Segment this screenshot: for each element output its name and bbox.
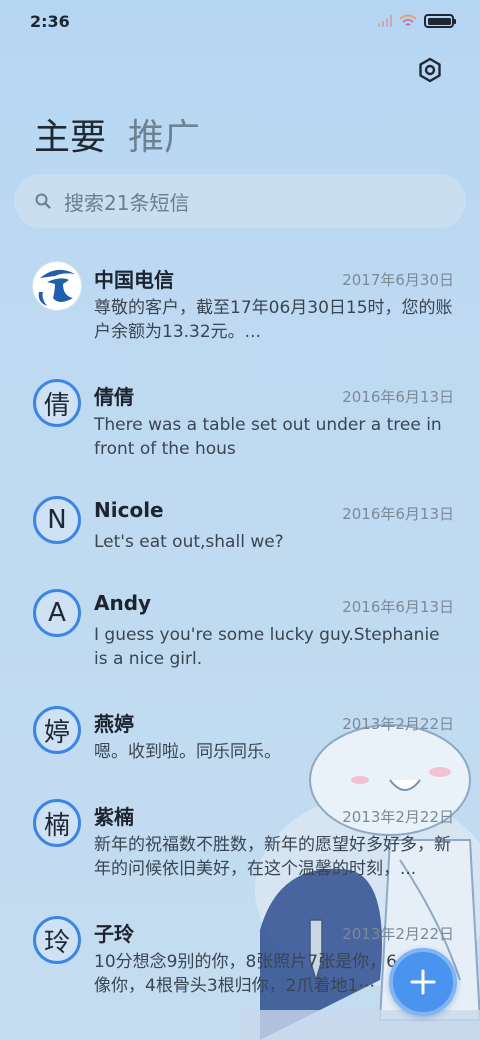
wifi-icon xyxy=(399,14,417,26)
message-date: 2017年6月30日 xyxy=(342,271,454,289)
avatar: 楠 xyxy=(33,799,81,847)
search-placeholder: 搜索21条短信 xyxy=(64,190,190,215)
message-date: 2016年6月13日 xyxy=(342,598,454,616)
china-telecom-logo-icon xyxy=(34,263,80,309)
message-item[interactable]: 婷 燕婷 2013年2月22日 嗯。收到啦。同乐同乐。 xyxy=(0,694,480,782)
message-sender: 紫楠 xyxy=(94,805,134,829)
message-preview: 嗯。收到啦。同乐同乐。 xyxy=(94,742,281,762)
message-item[interactable]: 倩 倩倩 2016年6月13日 There was a table set ou… xyxy=(0,367,480,477)
message-sender: Nicole xyxy=(94,498,164,522)
status-time: 2:36 xyxy=(30,11,70,31)
message-item[interactable]: A Andy 2016年6月13日 I guess you're some lu… xyxy=(0,577,480,687)
battery-icon xyxy=(424,14,456,28)
tab-bar: 主要 推广 xyxy=(34,108,200,160)
message-sender: 子玲 xyxy=(94,922,134,946)
tab-promotions[interactable]: 推广 xyxy=(128,108,200,160)
message-preview: 尊敬的客户，截至17年06月30日15时，您的账户余额为13.32元。... xyxy=(94,298,453,342)
message-sender: 中国电信 xyxy=(94,268,174,292)
settings-button[interactable] xyxy=(414,54,446,86)
avatar: 婷 xyxy=(33,706,81,754)
message-item[interactable]: 楠 紫楠 2013年2月22日 新年的祝福数不胜数，新年的愿望好多好多，新年的问… xyxy=(0,787,480,897)
search-icon xyxy=(35,193,51,209)
message-sender: 倩倩 xyxy=(94,385,134,409)
message-sender: 燕婷 xyxy=(94,712,134,736)
avatar: 玲 xyxy=(33,916,81,964)
avatar: 倩 xyxy=(33,379,81,427)
tab-primary[interactable]: 主要 xyxy=(34,108,106,160)
message-date: 2013年2月22日 xyxy=(342,808,454,826)
avatar: N xyxy=(33,496,81,544)
status-bar: 2:36 xyxy=(0,0,480,42)
status-icons xyxy=(377,14,456,28)
search-bar[interactable]: 搜索21条短信 xyxy=(14,174,466,228)
settings-icon xyxy=(419,57,441,83)
message-date: 2013年2月22日 xyxy=(342,715,454,733)
message-preview: There was a table set out under a tree i… xyxy=(94,415,442,459)
message-item[interactable]: N Nicole 2016年6月13日 Let's eat out,shall … xyxy=(0,484,480,572)
message-item[interactable]: 中国电信 2017年6月30日 尊敬的客户，截至17年06月30日15时，您的账… xyxy=(0,250,480,360)
message-date: 2013年2月22日 xyxy=(342,925,454,943)
message-date: 2016年6月13日 xyxy=(342,388,454,406)
avatar: A xyxy=(33,589,81,637)
message-preview: I guess you're some lucky guy.Stephanie … xyxy=(94,625,440,669)
message-preview: 新年的祝福数不胜数，新年的愿望好多好多，新年的问候依旧美好，在这个温馨的时刻，.… xyxy=(94,835,451,879)
signal-icon xyxy=(377,15,392,27)
message-date: 2016年6月13日 xyxy=(342,505,454,523)
plus-icon xyxy=(410,969,436,995)
message-sender: Andy xyxy=(94,591,152,615)
compose-button[interactable] xyxy=(389,948,457,1016)
message-preview: Let's eat out,shall we? xyxy=(94,532,284,552)
avatar xyxy=(33,262,81,310)
